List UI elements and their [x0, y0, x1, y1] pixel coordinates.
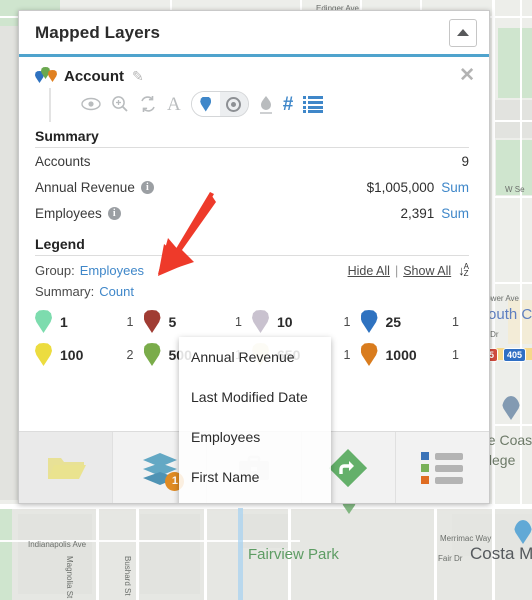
sort-az-icon[interactable]: ↓ A Z [458, 263, 469, 279]
legend-pin-icon [143, 343, 161, 366]
legend-item[interactable]: 1 1 [35, 306, 144, 337]
summary-label: Employees [35, 205, 102, 221]
refresh-icon[interactable] [139, 95, 157, 113]
summary-value-dropdown[interactable]: Count [99, 284, 134, 299]
legend-summary-row: Summary: Count [35, 281, 469, 302]
legend-value: 1000 [385, 346, 417, 363]
legend-item[interactable]: 10 1 [252, 306, 361, 337]
visibility-eye-icon[interactable] [81, 97, 101, 111]
map-label: W Se [505, 185, 525, 194]
open-folder-icon [47, 457, 86, 479]
collapse-panel-button[interactable] [449, 18, 477, 47]
summary-aggregate-link[interactable]: Sum [441, 206, 469, 221]
summary-title: Summary [35, 128, 469, 148]
label-text-icon[interactable]: A [167, 95, 181, 114]
legend-item[interactable]: 5 1 [143, 306, 253, 337]
circle-mode-option[interactable] [219, 92, 248, 116]
page-title: Mapped Layers [35, 22, 161, 42]
summary-label: Accounts [35, 153, 91, 169]
legend-value: 10 [277, 313, 293, 330]
dropdown-option-created-date[interactable]: Created Date [179, 497, 331, 503]
layer-name: Account [64, 67, 124, 85]
layer-tools-toolbar: A # [49, 88, 489, 122]
hide-all-link[interactable]: Hide All [348, 264, 390, 278]
close-icon[interactable]: ✕ [459, 66, 475, 85]
map-label: Indianapolis Ave [28, 540, 87, 549]
legend-count: 1 [235, 314, 242, 329]
dropdown-option-employees[interactable]: Employees [179, 417, 331, 457]
legend-count: 1 [452, 347, 459, 362]
panel-header: Mapped Layers [19, 11, 489, 57]
show-all-link[interactable]: Show All [403, 264, 451, 278]
open-folder-button[interactable] [19, 432, 114, 503]
panel-body: Account ✎ ✕ A # Summary Accounts 9 Annua… [19, 57, 489, 503]
legend-count: 1 [452, 314, 459, 329]
dropdown-option-first-name[interactable]: First Name [179, 457, 331, 497]
legend-value: 100 [60, 346, 84, 363]
pin-mode-option[interactable] [191, 92, 220, 116]
legend-value: 1 [60, 313, 68, 330]
legend-pin-icon [252, 310, 269, 333]
summary-row-annual-revenue: Annual Revenue i $1,005,000 Sum [35, 174, 469, 200]
group-label: Group: [35, 263, 75, 278]
summary-label: Annual Revenue [35, 179, 135, 195]
summary-row-employees: Employees i 2,391 Sum [35, 200, 469, 226]
map-label: Fairview Park [248, 546, 339, 563]
summary-aggregate-link[interactable]: Sum [441, 180, 469, 195]
map-pin-icon [200, 96, 212, 112]
legend-value: 5 [168, 313, 177, 330]
legend-title: Legend [35, 236, 469, 256]
summary-section: Summary Accounts 9 Annual Revenue i $1,0… [19, 128, 489, 226]
pencil-icon[interactable]: ✎ [132, 68, 144, 85]
map-label: Fair Dr [438, 554, 463, 563]
annotation-arrow-icon [158, 192, 216, 276]
summary-label: Summary: [35, 284, 95, 299]
legend-list-button[interactable] [396, 432, 489, 503]
legend-pin-icon [143, 310, 161, 333]
separator: | [394, 263, 399, 278]
zoom-to-layer-icon[interactable] [111, 95, 129, 113]
map-label: Costa M [470, 544, 532, 563]
layer-header-row: Account ✎ ✕ [19, 57, 489, 88]
directions-icon [329, 448, 368, 487]
legend-list-icon [421, 451, 464, 484]
legend-item[interactable]: 100 2 [35, 339, 144, 370]
legend-count: 2 [126, 347, 134, 362]
legend-item[interactable]: 25 1 [360, 306, 470, 337]
highway-shield: 405 [503, 348, 527, 362]
legend-count: 1 [126, 314, 134, 329]
target-circle-icon [226, 96, 242, 112]
dropdown-option-annual-revenue[interactable]: Annual Revenue [179, 337, 331, 377]
numbering-icon[interactable]: # [283, 95, 294, 114]
legend-value: 25 [385, 313, 402, 330]
legend-pin-icon [360, 343, 378, 366]
mapped-layers-panel: Mapped Layers Account ✎ ✕ A # Summary Ac… [18, 10, 490, 504]
summary-value: 2,391 [400, 205, 435, 221]
chevron-up-icon [457, 29, 469, 36]
legend-count: 1 [343, 347, 351, 362]
dropdown-option-last-modified-date[interactable]: Last Modified Date [179, 377, 331, 417]
legend-count: 1 [343, 314, 351, 329]
group-by-field-dropdown[interactable]: Annual Revenue Last Modified Date Employ… [179, 337, 331, 503]
list-view-icon[interactable] [303, 95, 324, 113]
legend-pin-icon [35, 310, 52, 333]
heatmap-icon[interactable] [259, 94, 273, 114]
legend-pin-icon [360, 310, 378, 333]
summary-value: $1,005,000 [366, 179, 435, 195]
group-value-dropdown[interactable]: Employees [80, 263, 144, 278]
marker-mode-toggle[interactable] [190, 91, 249, 117]
info-icon[interactable]: i [107, 206, 121, 220]
account-pins-icon [35, 66, 59, 86]
legend-group-row: Group: Employees Hide All | Show All ↓ A Z [35, 260, 469, 281]
legend-item[interactable]: 1000 1 [360, 339, 470, 370]
summary-value: 9 [461, 153, 469, 169]
map-label: Merrimac Way [440, 534, 492, 543]
summary-row-accounts: Accounts 9 [35, 148, 469, 174]
legend-pin-icon [35, 343, 52, 366]
map-label: Bushard St [123, 556, 132, 596]
map-label: Magnolia St [65, 556, 74, 599]
